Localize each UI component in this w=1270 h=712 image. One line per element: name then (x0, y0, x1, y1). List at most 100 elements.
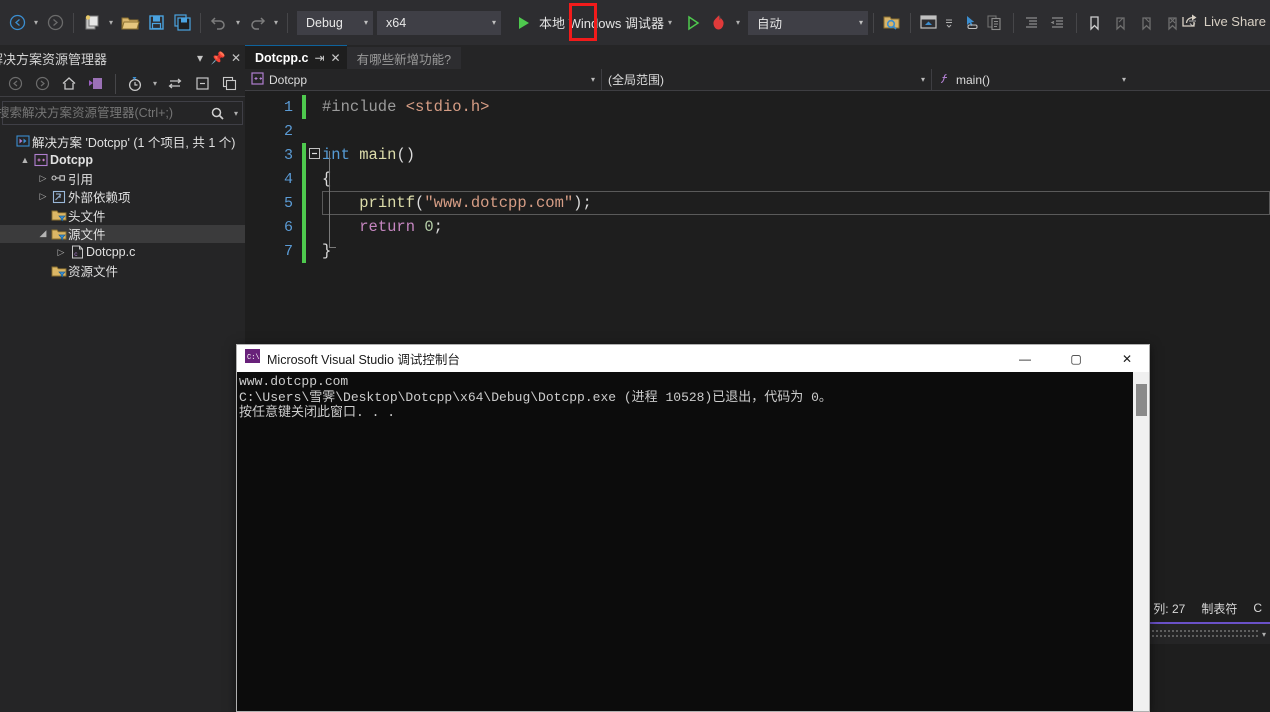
tree-item-7[interactable]: 资源文件 (0, 262, 245, 281)
folder-filter-icon (50, 264, 68, 278)
nav-member-dropdown[interactable]: main() ▾ (932, 69, 1132, 91)
tree-expander-icon[interactable]: ▷ (36, 173, 50, 184)
undo-icon[interactable] (206, 10, 232, 36)
tree-expander-icon[interactable]: ▷ (36, 191, 50, 202)
chevron-down-icon[interactable]: ▾ (191, 51, 209, 65)
chevron-down-icon[interactable]: ▾ (1258, 630, 1270, 639)
new-project-caret[interactable]: ▾ (105, 18, 117, 27)
process-dropdown[interactable]: 自动 ▾ (748, 11, 868, 35)
line-number: 7 (245, 243, 302, 260)
code-editor[interactable]: 1#include <stdio.h> 2 3int main()4{5 print… (245, 91, 1270, 263)
dashed-separator (1148, 630, 1258, 638)
code-line-5[interactable]: 5 printf("www.dotcpp.com"); (245, 191, 1270, 215)
start-debug-label[interactable]: 本地 Windows 调试器 (539, 13, 664, 32)
previous-bookmark-icon[interactable] (1108, 10, 1134, 36)
next-bookmark-icon[interactable] (1134, 10, 1160, 36)
tab-dotcpp-c[interactable]: Dotcpp.c ⇥ ✕ (245, 45, 347, 69)
tree-expander-icon[interactable]: ◢ (36, 228, 50, 239)
tab-whats-new[interactable]: 有哪些新增功能? (347, 47, 461, 69)
undo-caret[interactable]: ▾ (232, 18, 244, 27)
redo-caret[interactable]: ▾ (270, 18, 282, 27)
indent-increase-icon[interactable] (1019, 10, 1045, 36)
hot-reload-icon[interactable] (706, 10, 732, 36)
tree-item-2[interactable]: ▷ 引用 (0, 169, 245, 188)
tab-whats-new-label: 有哪些新增功能? (357, 49, 451, 68)
line-number: 6 (245, 219, 302, 236)
tree-expander-icon[interactable]: ▷ (54, 247, 68, 258)
tree-item-1[interactable]: ▲Dotcpp (0, 151, 245, 170)
pointer-select-icon[interactable] (956, 10, 982, 36)
layout-caret[interactable] (942, 10, 956, 36)
solution-platform-dropdown[interactable]: x64 ▾ (377, 11, 501, 35)
minimize-button[interactable]: — (1003, 345, 1047, 372)
run-without-debug-play-icon[interactable] (680, 10, 706, 36)
external-deps-icon (50, 190, 68, 204)
redo-icon[interactable] (244, 10, 270, 36)
search-folder-icon[interactable] (879, 10, 905, 36)
console-titlebar[interactable]: C:\ Microsoft Visual Studio 调试控制台 — ▢ ✕ (237, 345, 1149, 372)
chevron-down-icon: ▾ (492, 18, 496, 27)
back-arrow-icon[interactable] (4, 10, 30, 36)
line-number: 1 (245, 99, 302, 116)
solution-configuration-dropdown[interactable]: Debug ▾ (297, 11, 373, 35)
se-home-icon[interactable] (56, 71, 82, 97)
open-folder-icon[interactable] (117, 10, 143, 36)
tree-item-6[interactable]: ▷cDotcpp.c (0, 243, 245, 262)
search-options-caret[interactable]: ▾ (230, 109, 242, 118)
se-switch-views-icon[interactable] (162, 71, 188, 97)
window-layout-icon[interactable] (916, 10, 942, 36)
code-line-3[interactable]: 3int main() (245, 143, 1270, 167)
tree-expander-icon[interactable]: ▲ (18, 155, 32, 165)
solution-explorer-search[interactable]: ▾ (2, 101, 243, 125)
code-line-2[interactable]: 2 (245, 119, 1270, 143)
save-all-icon[interactable] (169, 10, 195, 36)
code-line-6[interactable]: 6 return 0; (245, 215, 1270, 239)
code-line-7[interactable]: 7} (245, 239, 1270, 263)
code-line-4[interactable]: 4{ (245, 167, 1270, 191)
se-back-icon[interactable] (2, 71, 28, 97)
se-collapse-all-icon[interactable] (189, 71, 215, 97)
new-project-icon[interactable] (79, 10, 105, 36)
se-pending-changes-icon[interactable] (122, 71, 148, 97)
back-dropdown-caret[interactable]: ▾ (30, 18, 42, 27)
se-pending-caret[interactable]: ▾ (149, 79, 161, 88)
tree-item-4[interactable]: 头文件 (0, 206, 245, 225)
maximize-button[interactable]: ▢ (1054, 345, 1098, 372)
code-line-1[interactable]: 1#include <stdio.h> (245, 95, 1270, 119)
start-debug-play-icon[interactable] (511, 10, 537, 36)
se-show-all-files-icon[interactable] (216, 71, 242, 97)
start-debug-caret[interactable]: ▾ (664, 18, 676, 27)
close-tab-icon[interactable]: ✕ (331, 51, 341, 65)
live-share-button[interactable]: Live Share (1181, 12, 1266, 31)
nav-scope-dropdown[interactable]: (全局范围) ▾ (602, 69, 932, 91)
se-forward-icon[interactable] (29, 71, 55, 97)
debug-console-window[interactable]: C:\ Microsoft Visual Studio 调试控制台 — ▢ ✕ … (236, 344, 1150, 712)
tree-item-5[interactable]: ◢ 源文件 (0, 225, 245, 244)
tree-item-label: Dotcpp.c (86, 245, 135, 259)
folder-filter-icon (50, 227, 68, 241)
change-indicator-bar (302, 167, 306, 191)
search-input[interactable] (0, 106, 204, 120)
change-indicator-bar (302, 119, 306, 143)
copy-lines-icon[interactable] (982, 10, 1008, 36)
search-icon[interactable] (204, 100, 230, 126)
tree-item-0[interactable]: 解决方案 'Dotcpp' (1 个项目, 共 1 个) (0, 132, 245, 151)
forward-arrow-icon[interactable] (42, 10, 68, 36)
close-icon[interactable]: ✕ (227, 51, 245, 65)
console-scrollbar[interactable] (1132, 372, 1149, 711)
fold-toggle-icon[interactable] (306, 148, 322, 163)
console-scrollbar-thumb[interactable] (1136, 384, 1147, 416)
tree-item-3[interactable]: ▷外部依赖项 (0, 188, 245, 207)
nav-project-dropdown[interactable]: Dotcpp ▾ (245, 69, 602, 91)
se-sync-with-active-doc-icon[interactable] (83, 71, 109, 97)
indent-decrease-icon[interactable] (1045, 10, 1071, 36)
bookmark-icon[interactable] (1082, 10, 1108, 36)
tree-item-label: 源文件 (68, 224, 106, 243)
tree-item-label: 引用 (68, 169, 93, 188)
hot-reload-caret[interactable]: ▾ (732, 18, 744, 27)
line-number: 2 (245, 123, 302, 140)
save-icon[interactable] (143, 10, 169, 36)
pin-tab-icon[interactable]: ⇥ (314, 51, 324, 65)
pin-icon[interactable]: 📌 (209, 51, 227, 65)
close-button[interactable]: ✕ (1105, 345, 1149, 372)
